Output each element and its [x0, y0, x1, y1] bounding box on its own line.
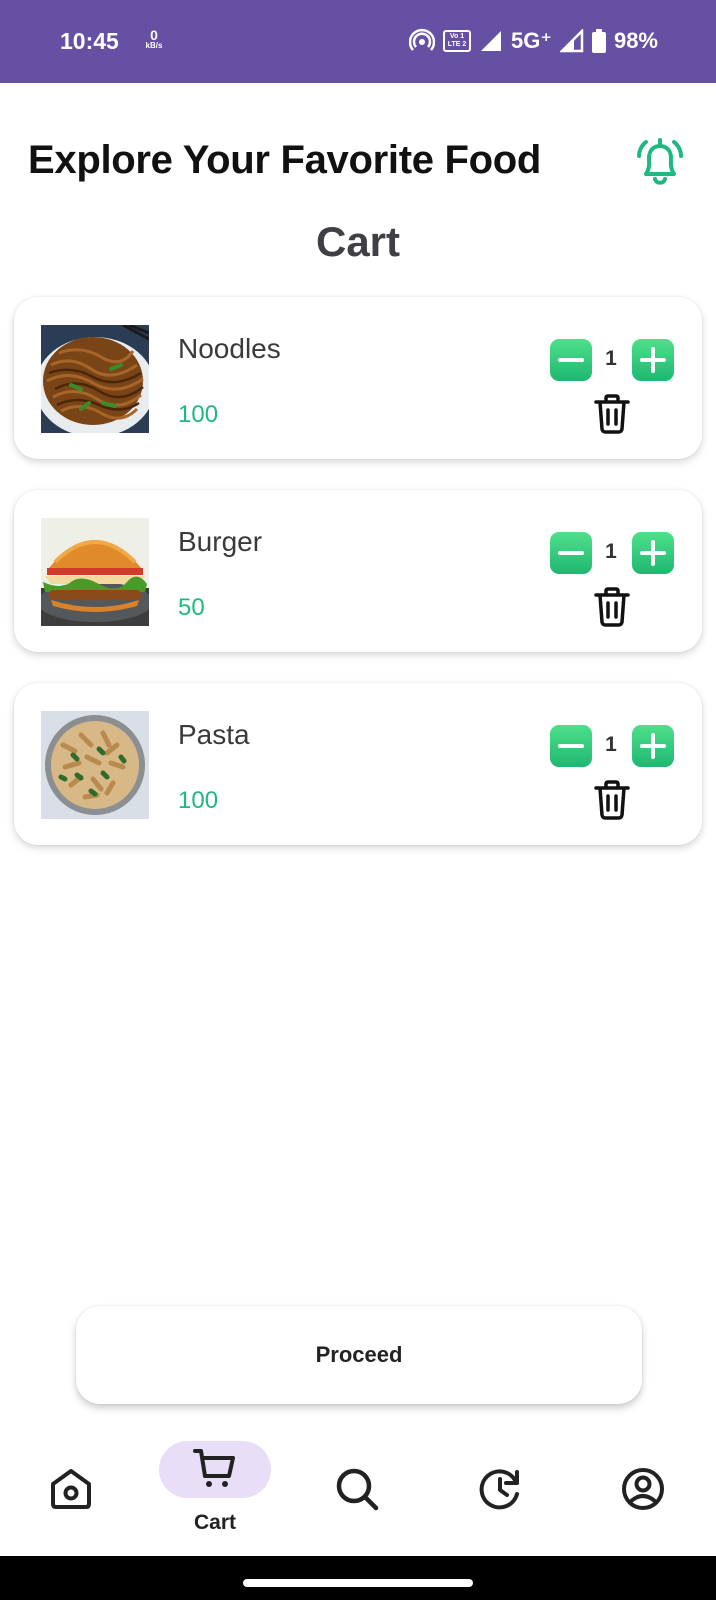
decrease-quantity-button[interactable] [550, 725, 592, 767]
trash-icon[interactable] [592, 393, 632, 435]
decrease-quantity-button[interactable] [550, 339, 592, 381]
cart-item: Noodles 100 1 [14, 297, 702, 459]
cart-item: Burger 50 1 [14, 490, 702, 652]
item-name: Noodles [178, 333, 281, 364]
signal-icon [480, 31, 501, 51]
network-type: 5G⁺ [510, 28, 552, 53]
battery-level: 98% [613, 28, 658, 53]
proceed-button[interactable]: Proceed [76, 1306, 642, 1404]
item-name: Burger [178, 526, 263, 557]
decrease-quantity-button[interactable] [550, 532, 592, 574]
volte-line1: Vo 1 [449, 33, 465, 40]
burger-image [41, 518, 149, 626]
pasta-image [41, 711, 149, 819]
item-quantity: 1 [605, 347, 617, 370]
network-speed-unit: kB/s [145, 41, 163, 50]
item-name: Pasta [178, 719, 250, 750]
home-icon[interactable] [48, 1466, 94, 1512]
status-bar: 10:45 0 kB/s Vo 1 LTE 2 5G⁺ 98% [0, 0, 716, 83]
increase-quantity-button[interactable] [632, 532, 674, 574]
home-indicator[interactable] [243, 1579, 473, 1587]
profile-icon[interactable] [620, 1466, 666, 1512]
increase-quantity-button[interactable] [632, 725, 674, 767]
page-title: Explore Your Favorite Food [28, 138, 542, 182]
network-speed-value: 0 [150, 27, 158, 43]
increase-quantity-button[interactable] [632, 339, 674, 381]
nav-cart-label[interactable]: Cart [159, 1511, 271, 1535]
volte-icon: Vo 1 LTE 2 [442, 30, 471, 52]
volte-line2: LTE 2 [447, 41, 467, 48]
trash-icon[interactable] [592, 586, 632, 628]
battery-icon [591, 29, 606, 53]
item-price: 50 [178, 594, 205, 621]
trash-icon[interactable] [592, 779, 632, 821]
cart-title: Cart [315, 218, 401, 265]
signal-icon [559, 29, 584, 53]
hotspot-icon [408, 28, 435, 51]
search-icon[interactable] [334, 1466, 380, 1512]
system-nav-bar [0, 1556, 716, 1600]
item-price: 100 [178, 787, 219, 814]
noodles-image [41, 325, 149, 433]
item-quantity: 1 [605, 733, 617, 756]
network-speed: 0 kB/s [142, 28, 166, 50]
cart-icon[interactable] [192, 1446, 238, 1492]
item-price: 100 [178, 401, 219, 428]
status-time: 10:45 [60, 28, 119, 54]
status-icons: Vo 1 LTE 2 5G⁺ 98% [408, 26, 658, 56]
bell-icon[interactable] [630, 134, 690, 194]
item-quantity: 1 [605, 540, 617, 563]
history-icon[interactable] [477, 1466, 523, 1512]
cart-item: Pasta 100 1 [14, 683, 702, 845]
